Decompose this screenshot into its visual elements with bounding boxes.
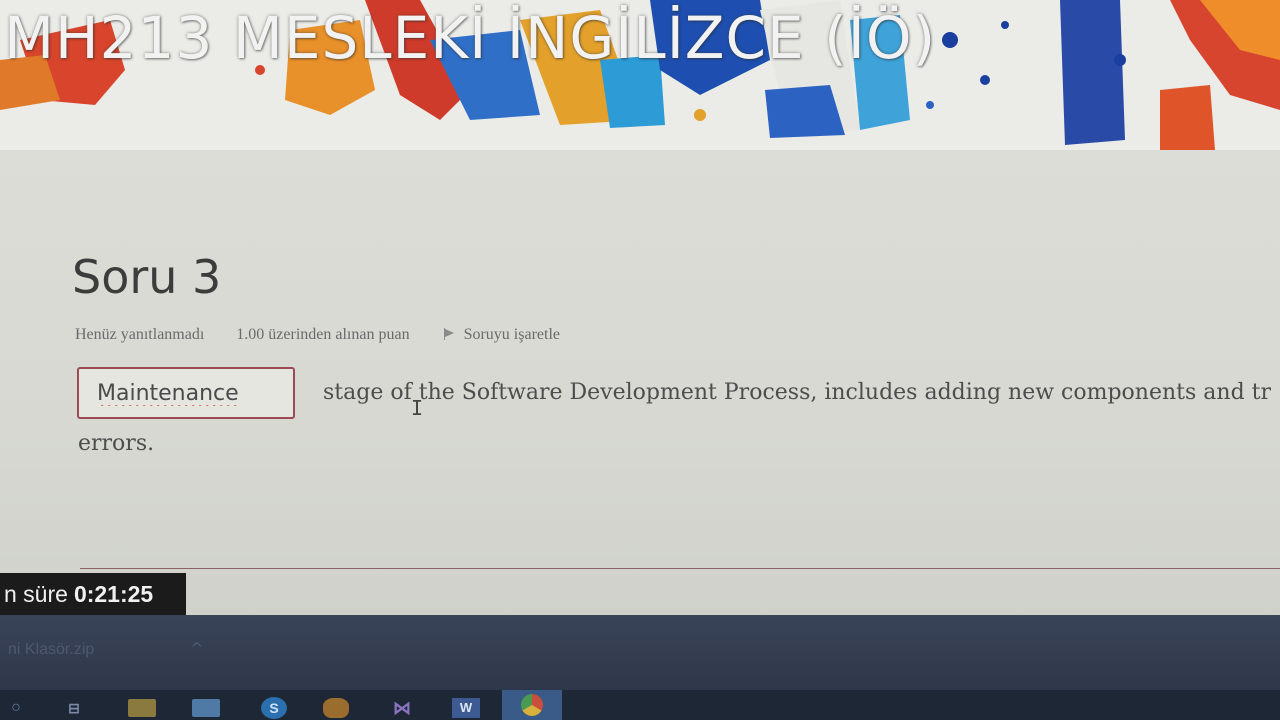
- photos-icon[interactable]: [320, 696, 352, 720]
- answer-input[interactable]: [77, 367, 295, 419]
- flag-question-link[interactable]: Soruyu işaretle: [443, 326, 560, 344]
- text-cursor-icon: I: [411, 396, 424, 420]
- search-icon[interactable]: ○: [0, 696, 32, 720]
- taskbar: ○ ⊟ S ⋈ W: [0, 690, 1280, 720]
- quiz-timer: n süre 0:21:25: [0, 573, 186, 615]
- question-area: Soru 3 Henüz yanıtlanmadı 1.00 üzerinden…: [0, 150, 1280, 620]
- flag-question-label: Soruyu işaretle: [463, 326, 560, 343]
- skype-icon[interactable]: S: [258, 696, 290, 720]
- question-grade: 1.00 üzerinden alınan puan: [236, 326, 410, 343]
- download-bar: ni Klasör.zip ^: [0, 615, 1280, 690]
- question-state: Henüz yanıtlanmadı: [75, 326, 205, 343]
- visual-studio-icon[interactable]: ⋈: [386, 696, 418, 720]
- course-banner: MH213 MESLEKİ İNGİLİZCE (İÖ): [0, 0, 1280, 150]
- file-explorer-icon[interactable]: [126, 696, 158, 720]
- question-text: stage of the Software Development Proces…: [323, 380, 1271, 405]
- question-text-continued: errors.: [78, 431, 155, 456]
- divider: [80, 568, 1280, 569]
- task-view-icon[interactable]: ⊟: [58, 696, 90, 720]
- chevron-up-icon[interactable]: ^: [190, 639, 203, 658]
- store-icon[interactable]: [190, 696, 222, 720]
- course-title[interactable]: MH213 MESLEKİ İNGİLİZCE (İÖ): [4, 4, 936, 72]
- word-letter: W: [452, 698, 480, 718]
- download-file-name[interactable]: ni Klasör.zip: [8, 641, 94, 659]
- question-info: Henüz yanıtlanmadı 1.00 üzerinden alınan…: [75, 326, 560, 344]
- question-number: Soru 3: [72, 250, 222, 304]
- word-icon[interactable]: W: [450, 696, 482, 720]
- timer-value: 0:21:25: [73, 580, 154, 607]
- flag-icon: [443, 328, 456, 340]
- chrome-icon[interactable]: [502, 690, 562, 720]
- skype-letter: S: [261, 697, 287, 719]
- timer-label: n süre: [4, 580, 68, 607]
